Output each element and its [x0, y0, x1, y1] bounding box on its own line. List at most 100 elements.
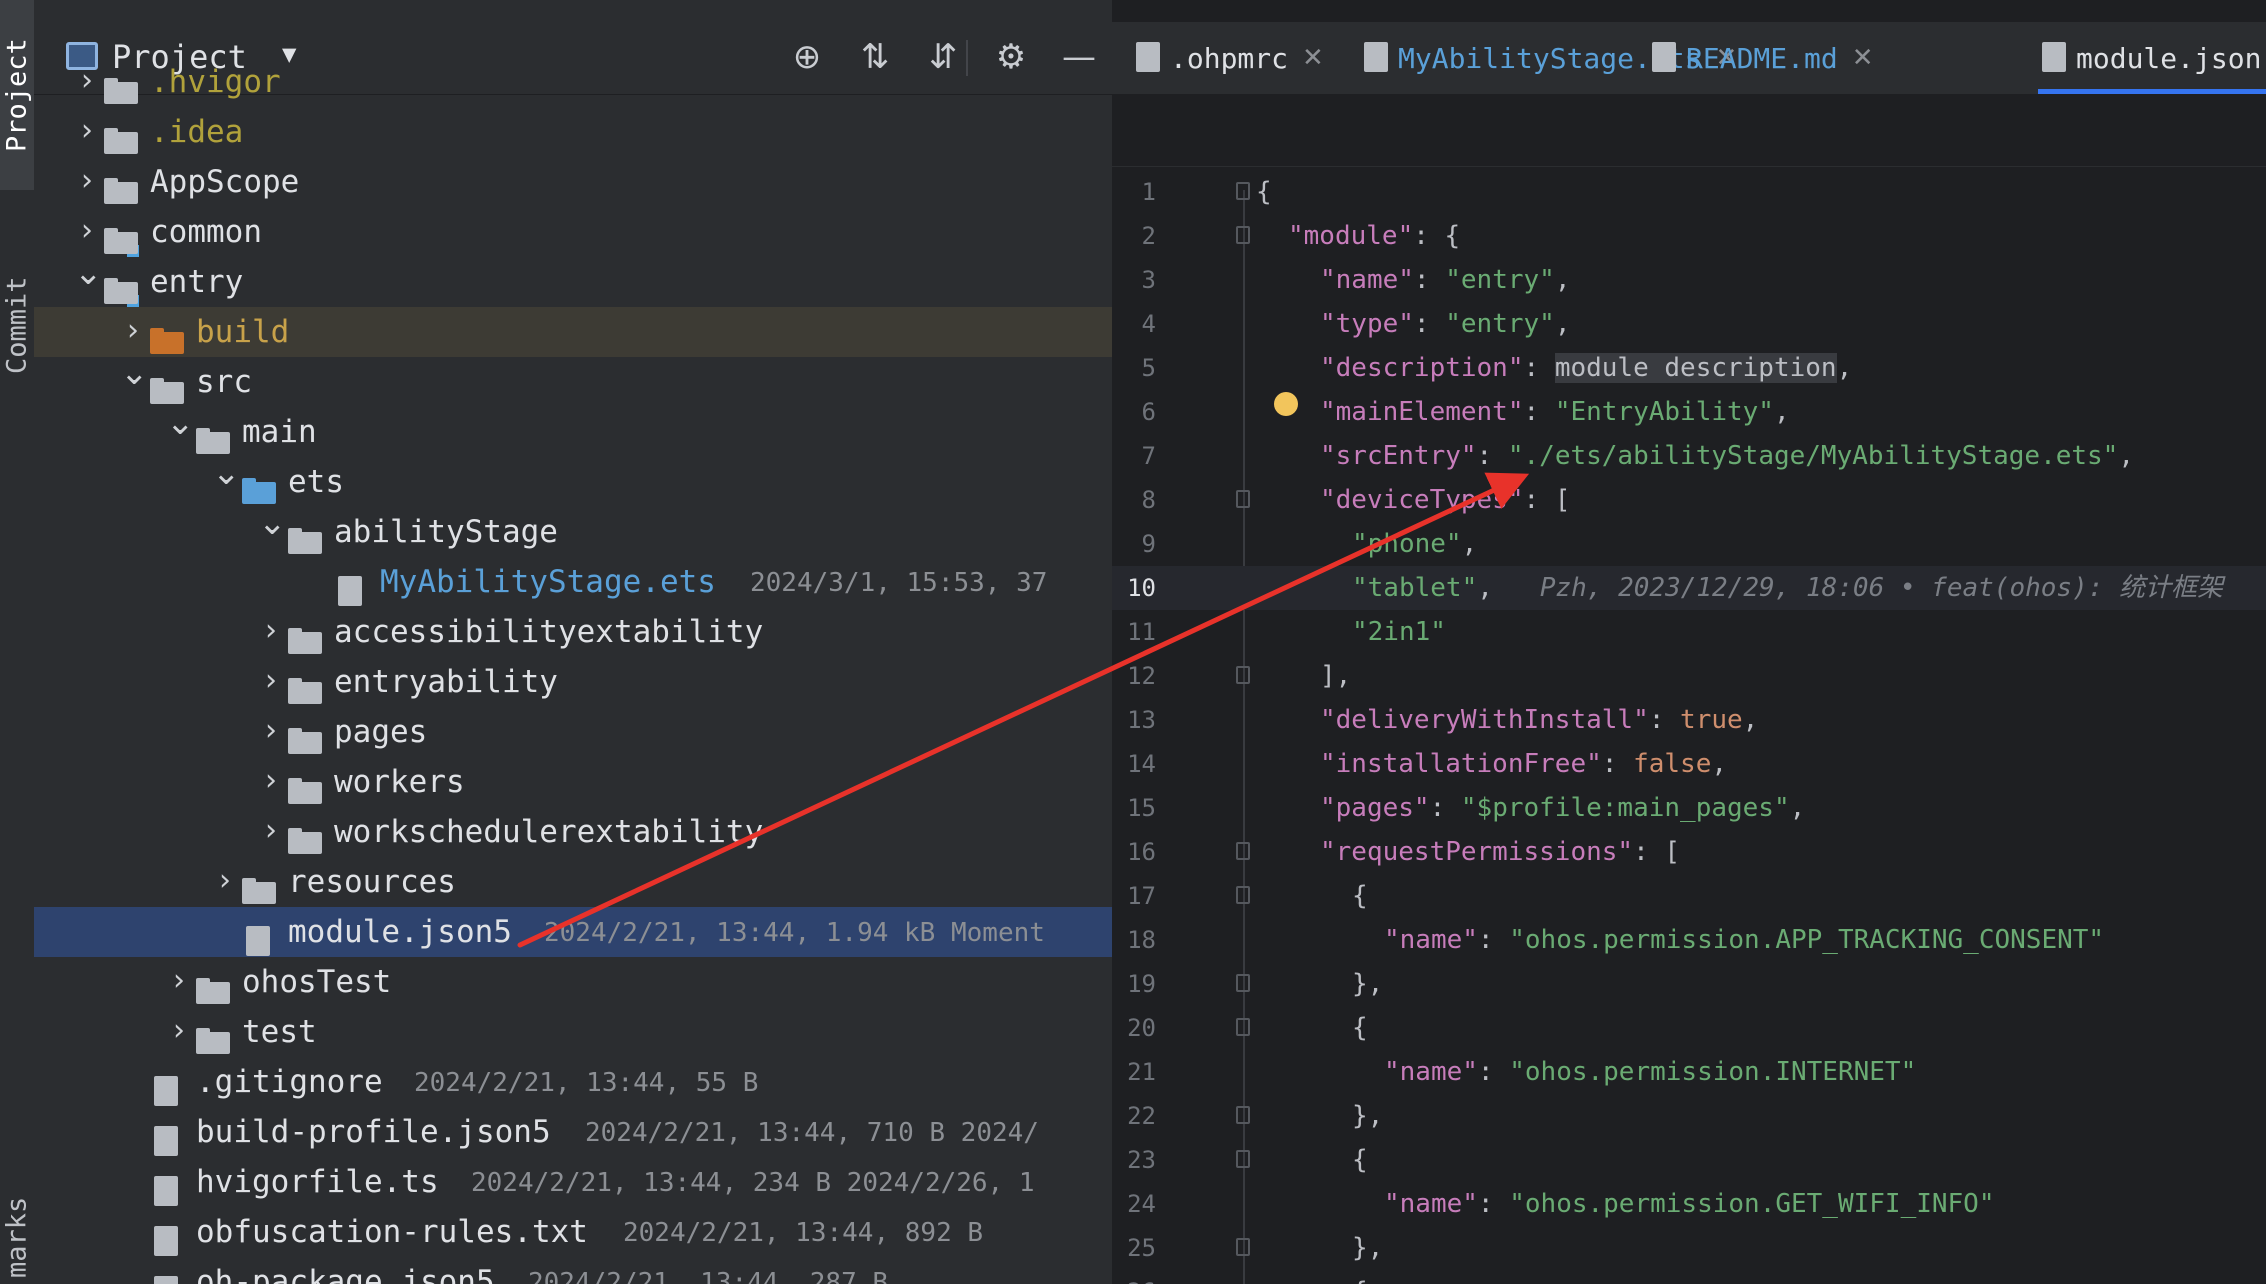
commit-tool-tab[interactable]: Commit	[0, 250, 34, 400]
chevron-right-icon[interactable]: ›	[74, 63, 100, 99]
tree-row[interactable]: › pages	[34, 707, 1112, 757]
code-line[interactable]: 24 "name": "ohos.permission.GET_WIFI_INFO…	[1112, 1182, 2266, 1226]
chevron-right-icon[interactable]: ›	[74, 163, 100, 199]
tree-row[interactable]: obfuscation-rules.txt 2024/2/21, 13:44, 8…	[34, 1207, 1112, 1257]
tree-row[interactable]: ⌄ src	[34, 355, 1112, 407]
code-line[interactable]: 23 {	[1112, 1138, 2266, 1182]
code-text: "description": module description,	[1320, 353, 1853, 383]
intention-bulb-icon[interactable]	[1274, 392, 1298, 416]
fold-marker-icon[interactable]	[1236, 490, 1250, 508]
chevron-right-icon[interactable]: ›	[74, 213, 100, 249]
fold-marker-icon[interactable]	[1236, 1106, 1250, 1124]
tree-row[interactable]: › workers	[34, 757, 1112, 807]
code-line[interactable]: 9 "phone",	[1112, 522, 2266, 566]
code-line[interactable]: 21 "name": "ohos.permission.INTERNET"	[1112, 1050, 2266, 1094]
tree-item-meta: 2024/2/21, 13:44, 710 B 2024/	[585, 1118, 1039, 1148]
line-number: 10	[1127, 574, 1156, 602]
tree-row[interactable]: build-profile.json5 2024/2/21, 13:44, 710…	[34, 1107, 1112, 1157]
editor-tab[interactable]: module.json	[2038, 22, 2266, 94]
code-line[interactable]: 2 "module": {	[1112, 214, 2266, 258]
folder-icon	[242, 476, 276, 506]
tree-row[interactable]: ⌄ abilityStage	[34, 505, 1112, 557]
fold-marker-icon[interactable]	[1236, 886, 1250, 904]
chevron-right-icon[interactable]: ›	[74, 113, 100, 149]
code-line[interactable]: 4 "type": "entry",	[1112, 302, 2266, 346]
tree-row[interactable]: › AppScope	[34, 157, 1112, 207]
fold-marker-icon[interactable]	[1236, 182, 1250, 200]
fold-marker-icon[interactable]	[1236, 666, 1250, 684]
editor-tab[interactable]: README.md ✕	[1648, 22, 1894, 94]
code-line[interactable]: 19},	[1112, 962, 2266, 1006]
code-line[interactable]: 13 "deliveryWithInstall": true,	[1112, 698, 2266, 742]
code-line[interactable]: 25},	[1112, 1226, 2266, 1270]
chevron-right-icon[interactable]: ›	[258, 663, 284, 699]
tree-row[interactable]: hvigorfile.ts 2024/2/21, 13:44, 234 B 202…	[34, 1157, 1112, 1207]
tree-row[interactable]: › build	[34, 307, 1112, 357]
line-number: 20	[1127, 1014, 1156, 1042]
fold-marker-icon[interactable]	[1236, 974, 1250, 992]
fold-marker-icon[interactable]	[1236, 1018, 1250, 1036]
tree-row[interactable]: ⌄ main	[34, 405, 1112, 457]
tree-row[interactable]: › test	[34, 1007, 1112, 1057]
code-line[interactable]: 14 "installationFree": false,	[1112, 742, 2266, 786]
code-line[interactable]: 5 "description": module description,	[1112, 346, 2266, 390]
tree-row[interactable]: › common	[34, 207, 1112, 258]
bookmarks-tool-tab[interactable]: marks	[0, 1190, 34, 1284]
code-line[interactable]: 12],	[1112, 654, 2266, 698]
tree-row[interactable]: › .idea	[34, 107, 1112, 157]
tree-row[interactable]: .gitignore 2024/2/21, 13:44, 55 B	[34, 1057, 1112, 1107]
chevron-right-icon[interactable]: ›	[258, 763, 284, 799]
editor-tab[interactable]: .ohpmrc ✕	[1132, 22, 1344, 94]
code-line[interactable]: 18 "name": "ohos.permission.APP_TRACKING_…	[1112, 918, 2266, 962]
code-line[interactable]: 17 {	[1112, 874, 2266, 918]
tree-row[interactable]: › ohosTest	[34, 957, 1112, 1007]
chevron-down-icon[interactable]: ⌄	[74, 255, 103, 291]
tree-row[interactable]: ⌄ entry	[34, 255, 1112, 308]
chevron-right-icon[interactable]: ›	[258, 813, 284, 849]
fold-marker-icon[interactable]	[1236, 1150, 1250, 1168]
code-line[interactable]: 20 {	[1112, 1006, 2266, 1050]
chevron-right-icon[interactable]: ›	[166, 1013, 192, 1049]
fold-marker-icon[interactable]	[1236, 1238, 1250, 1256]
chevron-right-icon[interactable]: ›	[212, 863, 238, 899]
code-text: "2in1"	[1352, 617, 1446, 647]
code-line[interactable]: 10 "tablet", Pzh, 2023/12/29, 18:06 • fea…	[1112, 566, 2266, 610]
close-icon[interactable]: ✕	[1852, 43, 1874, 73]
tree-row[interactable]: ⌄ ets	[34, 455, 1112, 507]
chevron-down-icon[interactable]: ⌄	[166, 405, 195, 441]
code-line[interactable]: 1{	[1112, 170, 2266, 214]
project-tool-tab[interactable]: Project	[0, 0, 34, 190]
chevron-right-icon[interactable]: ›	[120, 313, 146, 349]
fold-marker-icon[interactable]	[1236, 842, 1250, 860]
code-line[interactable]: 26 {	[1112, 1270, 2266, 1284]
tree-row[interactable]: oh-package.json5 2024/2/21, 13:44, 287 B	[34, 1257, 1112, 1284]
code-text: "pages": "$profile:main_pages",	[1320, 793, 1806, 823]
tree-row[interactable]: module.json5 2024/2/21, 13:44, 1.94 kB Mo…	[34, 907, 1112, 957]
chevron-down-icon[interactable]: ⌄	[212, 455, 241, 491]
code-line[interactable]: 22},	[1112, 1094, 2266, 1138]
chevron-down-icon[interactable]: ⌄	[120, 355, 149, 391]
code-line[interactable]: 11 "2in1"	[1112, 610, 2266, 654]
tree-row[interactable]: › workschedulerextability	[34, 807, 1112, 857]
code-line[interactable]: 8 "deviceTypes": [	[1112, 478, 2266, 522]
chevron-down-icon[interactable]: ⌄	[258, 505, 287, 541]
fold-marker-icon[interactable]	[1236, 226, 1250, 244]
close-icon[interactable]: ✕	[1302, 43, 1324, 73]
chevron-right-icon[interactable]: ›	[258, 713, 284, 749]
tree-row[interactable]: › .hvigor	[34, 57, 1112, 107]
code-line[interactable]: 7 "srcEntry": "./ets/abilityStage/MyAbili…	[1112, 434, 2266, 478]
chevron-right-icon[interactable]: ›	[258, 613, 284, 649]
code-line[interactable]: 15 "pages": "$profile:main_pages",	[1112, 786, 2266, 830]
tree-row[interactable]: › resources	[34, 857, 1112, 907]
chevron-right-icon[interactable]: ›	[166, 963, 192, 999]
folder-icon	[288, 626, 322, 656]
folder-icon	[288, 826, 322, 856]
tree-row[interactable]: › accessibilityextability	[34, 607, 1112, 657]
code-line[interactable]: 16 "requestPermissions": [	[1112, 830, 2266, 874]
code-line[interactable]: 3 "name": "entry",	[1112, 258, 2266, 302]
tree-item-label: test	[242, 1014, 317, 1050]
folder-icon	[104, 226, 140, 258]
tree-row[interactable]: › entryability	[34, 657, 1112, 707]
git-blame-annotation: Pzh, 2023/12/29, 18:06 • feat(ohos): 统计框…	[1492, 573, 2224, 603]
tree-row[interactable]: MyAbilityStage.ets 2024/3/1, 15:53, 37	[34, 557, 1112, 607]
